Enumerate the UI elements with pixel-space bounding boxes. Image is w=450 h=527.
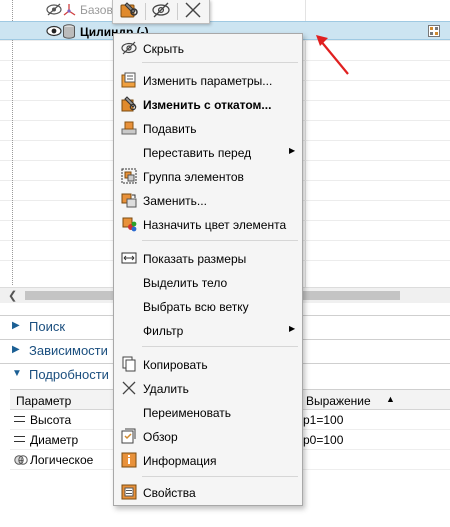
- tree-grid-line: [305, 0, 306, 287]
- menu-item-move-before[interactable]: Переставить перед ▶: [115, 141, 301, 163]
- menu-item-label: Изменить с откатом...: [143, 98, 272, 112]
- menu-item-label: Подавить: [143, 122, 197, 136]
- info-icon: [121, 452, 137, 468]
- toolbar-separator: [145, 3, 146, 20]
- menu-item-label: Переставить перед: [143, 146, 252, 160]
- expand-arrow-icon[interactable]: ▶: [12, 344, 20, 355]
- properties-icon: [121, 484, 137, 500]
- submenu-arrow-icon: ▶: [289, 324, 296, 333]
- menu-item-copy[interactable]: Копировать: [115, 353, 301, 375]
- menu-item-label: Свойства: [143, 486, 196, 500]
- mini-toolbar: [112, 0, 210, 24]
- submenu-arrow-icon: ▶: [289, 146, 296, 155]
- delete-x-icon: [184, 1, 202, 22]
- review-icon: [121, 428, 137, 444]
- menu-item-delete[interactable]: Удалить: [115, 377, 301, 399]
- panel-title: Поиск: [29, 319, 66, 334]
- parameter-equals-icon: [14, 436, 25, 442]
- menu-item-label: Удалить: [143, 382, 189, 396]
- cylinder-icon: [62, 24, 76, 42]
- menu-item-suppress[interactable]: Подавить: [115, 117, 301, 139]
- menu-item-select-body[interactable]: Выделить тело: [115, 271, 301, 293]
- copy-icon: [121, 356, 137, 372]
- edit-params-icon: [121, 72, 137, 88]
- hide-eye-icon: [151, 2, 171, 21]
- menu-item-edit-rollback[interactable]: Изменить с откатом...: [115, 93, 301, 115]
- toolbar-separator: [177, 3, 178, 20]
- boolean-operation-icon: +: [14, 453, 28, 470]
- param-expression[interactable]: p1=100: [303, 413, 343, 427]
- menu-item-hide[interactable]: Скрыть: [115, 37, 301, 59]
- param-name: Диаметр: [30, 433, 79, 447]
- tree-connector-line: [12, 0, 13, 285]
- menu-separator: [142, 240, 298, 241]
- hide-eye-icon: [121, 40, 137, 56]
- sort-ascending-icon[interactable]: ▲: [386, 394, 395, 404]
- panel-title: Зависимости: [29, 343, 108, 358]
- menu-item-label: Скрыть: [143, 42, 184, 56]
- color-palette-icon: [121, 216, 137, 232]
- menu-item-label: Изменить параметры...: [143, 74, 273, 88]
- coordinate-system-icon: [62, 2, 77, 20]
- menu-item-group[interactable]: Группа элементов: [115, 165, 301, 187]
- menu-item-info[interactable]: Информация: [115, 449, 301, 471]
- menu-item-label: Показать размеры: [143, 252, 247, 266]
- column-header-expression[interactable]: Выражение: [306, 394, 371, 408]
- edit-button[interactable]: [116, 1, 142, 22]
- dimensions-icon: [121, 250, 137, 266]
- menu-item-label: Выбрать всю ветку: [143, 300, 249, 314]
- collapse-arrow-icon[interactable]: ▼: [12, 368, 22, 379]
- menu-item-label: Заменить...: [143, 194, 207, 208]
- edit-wrench-icon: [119, 1, 139, 22]
- replace-icon: [121, 192, 137, 208]
- menu-item-label: Группа элементов: [143, 170, 244, 184]
- menu-item-replace[interactable]: Заменить...: [115, 189, 301, 211]
- parameter-equals-icon: [14, 416, 25, 422]
- delete-x-icon: [121, 380, 137, 396]
- menu-item-label: Переименовать: [143, 406, 231, 420]
- context-menu: Скрыть Изменить параметры... Изменить с …: [113, 33, 303, 506]
- menu-item-label: Копировать: [143, 358, 208, 372]
- suppress-icon: [121, 120, 137, 136]
- menu-item-properties[interactable]: Свойства: [115, 481, 301, 503]
- menu-item-label: Назначить цвет элемента: [143, 218, 287, 232]
- column-header-parameter[interactable]: Параметр: [16, 394, 71, 408]
- edit-rollback-icon: [121, 96, 137, 112]
- svg-text:+: +: [18, 456, 24, 464]
- menu-item-label: Выделить тело: [143, 276, 228, 290]
- visible-eye-icon[interactable]: [46, 25, 62, 40]
- section-hatch-icon[interactable]: [428, 25, 440, 37]
- hide-button[interactable]: [148, 1, 174, 22]
- menu-item-review[interactable]: Обзор: [115, 425, 301, 447]
- menu-item-select-branch[interactable]: Выбрать всю ветку: [115, 295, 301, 317]
- annotation-arrow-icon: [316, 35, 349, 75]
- expand-arrow-icon[interactable]: ▶: [12, 320, 20, 331]
- menu-item-filter[interactable]: Фильтр ▶: [115, 319, 301, 341]
- scroll-left-icon[interactable]: ❮: [8, 289, 17, 302]
- param-name: Высота: [30, 413, 72, 427]
- tree-item-base[interactable]: Базовое ... нат (0): [0, 0, 450, 19]
- menu-item-label: Обзор: [143, 430, 178, 444]
- menu-item-rename[interactable]: Переименовать: [115, 401, 301, 423]
- menu-separator: [142, 62, 298, 63]
- menu-item-label: Информация: [143, 454, 217, 468]
- param-expression[interactable]: p0=100: [303, 433, 343, 447]
- panel-title: Подробности: [29, 367, 109, 382]
- hidden-eye-icon[interactable]: [46, 3, 62, 19]
- param-name: Логическое: [30, 453, 94, 467]
- menu-item-edit-params[interactable]: Изменить параметры...: [115, 69, 301, 91]
- menu-item-label: Фильтр: [143, 324, 184, 338]
- menu-item-show-dims[interactable]: Показать размеры: [115, 247, 301, 269]
- delete-button[interactable]: [180, 1, 206, 22]
- group-elements-icon: [121, 168, 137, 184]
- menu-item-assign-color[interactable]: Назначить цвет элемента: [115, 213, 301, 235]
- menu-separator: [142, 346, 298, 347]
- menu-separator: [142, 476, 298, 477]
